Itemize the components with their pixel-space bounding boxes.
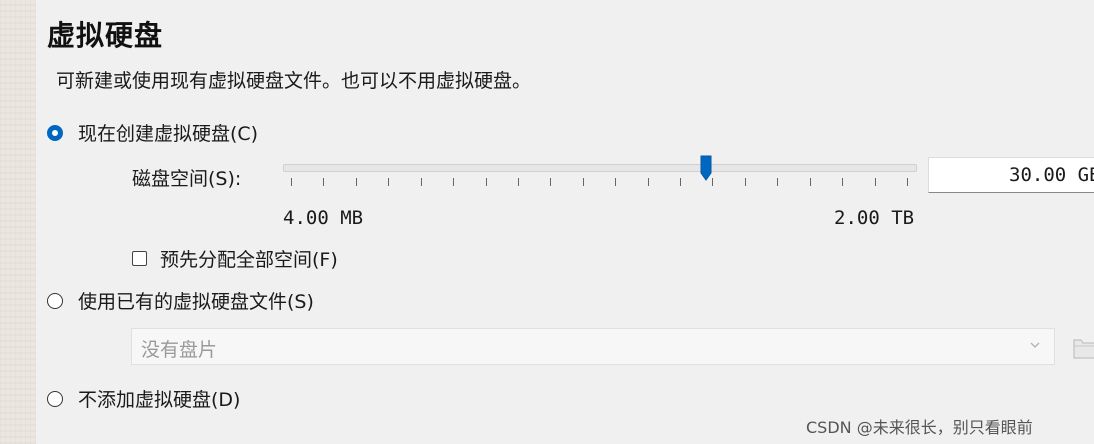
folder-browse-icon[interactable]: [1070, 328, 1094, 365]
create-new-radio[interactable]: [47, 124, 63, 141]
slider-tick: [517, 178, 519, 186]
use-existing-label: 使用已有的虚拟硬盘文件(S): [78, 291, 314, 313]
section-description: 可新建或使用现有虚拟硬盘文件。也可以不用虚拟硬盘。: [56, 70, 532, 92]
slider-tick: [680, 178, 682, 186]
disk-size-slider-ticks: [283, 178, 915, 188]
no-disk-label: 不添加虚拟硬盘(D): [78, 389, 241, 411]
preallocate-label: 预先分配全部空间(F): [160, 249, 338, 271]
slider-tick: [615, 178, 617, 186]
create-new-label: 现在创建虚拟硬盘(C): [78, 123, 259, 145]
slider-tick: [777, 178, 779, 186]
disk-size-value: 30.00 GB: [1009, 164, 1094, 186]
disk-size-input[interactable]: 30.00 GB: [928, 157, 1094, 193]
slider-tick: [420, 178, 422, 186]
disk-size-slider-track[interactable]: [283, 164, 917, 172]
disk-size-label: 磁盘空间(S):: [132, 168, 242, 190]
slider-tick: [550, 178, 552, 186]
slider-tick: [647, 178, 649, 186]
slider-tick: [355, 178, 357, 186]
slider-tick: [712, 178, 714, 186]
option-no-disk[interactable]: 不添加虚拟硬盘(D): [47, 385, 240, 412]
disk-size-slider-thumb[interactable]: [700, 155, 712, 181]
option-create-new[interactable]: 现在创建虚拟硬盘(C): [47, 119, 258, 146]
option-use-existing[interactable]: 使用已有的虚拟硬盘文件(S): [47, 287, 314, 314]
slider-tick: [809, 178, 811, 186]
preallocate-checkbox[interactable]: [132, 251, 147, 266]
slider-tick: [842, 178, 844, 186]
slider-tick: [582, 178, 584, 186]
slider-max-label: 2.00 TB: [834, 207, 915, 229]
use-existing-radio[interactable]: [47, 292, 63, 309]
slider-tick: [453, 178, 455, 186]
slider-tick: [485, 178, 487, 186]
slider-tick: [744, 178, 746, 186]
no-disk-radio[interactable]: [47, 390, 63, 407]
slider-tick: [291, 178, 292, 186]
slider-tick: [874, 178, 876, 186]
section-title: 虚拟硬盘: [47, 19, 164, 52]
slider-tick: [388, 178, 390, 186]
slider-min-label: 4.00 MB: [283, 207, 364, 229]
preallocate-option[interactable]: 预先分配全部空间(F): [132, 245, 338, 272]
slider-tick: [323, 178, 325, 186]
watermark: CSDN @未来很长，别只看眼前: [806, 418, 1033, 437]
left-edge-background: [0, 0, 36, 444]
slider-tick: [907, 178, 908, 186]
chevron-down-icon: [1030, 342, 1040, 348]
existing-disk-select[interactable]: 没有盘片: [131, 328, 1055, 365]
existing-disk-select-value: 没有盘片: [141, 339, 218, 361]
